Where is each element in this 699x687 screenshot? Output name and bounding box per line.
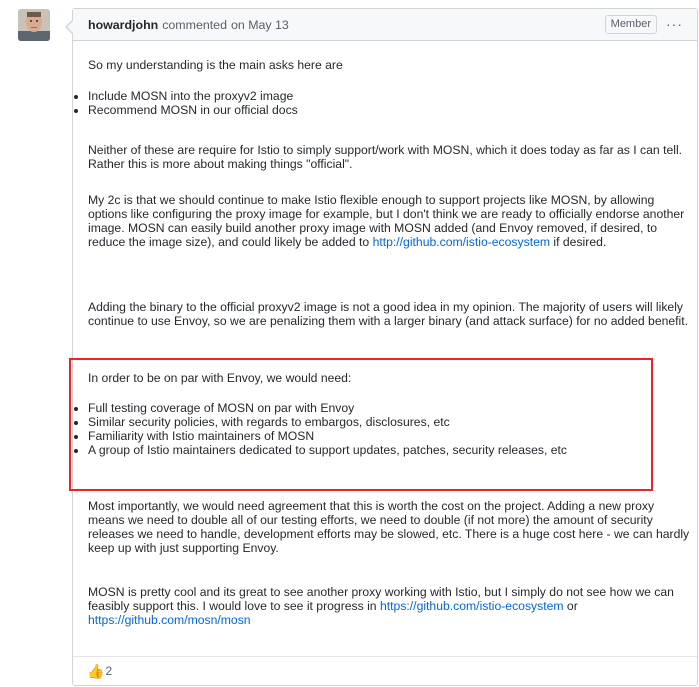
paragraph-5: In order to be on par with Envoy, we wou… xyxy=(88,371,352,385)
reactions-bar: 👍 2 xyxy=(73,656,697,685)
paragraph-7: MOSN is pretty cool and its great to see… xyxy=(88,585,693,627)
list-item: Familiarity with Istio maintainers of MO… xyxy=(88,429,567,443)
comment-author-link[interactable]: howardjohn xyxy=(88,18,158,32)
kebab-horizontal-icon[interactable]: ··· xyxy=(666,14,683,34)
comment-date-link[interactable]: on May 13 xyxy=(231,18,289,32)
paragraph-4: Adding the binary to the official proxyv… xyxy=(88,300,689,328)
thumbs-up-icon: 👍 xyxy=(87,662,105,679)
paragraph-6: Most importantly, we would need agreemen… xyxy=(88,499,690,555)
list-item: Recommend MOSN in our official docs xyxy=(88,103,298,117)
paragraph-3: My 2c is that we should continue to make… xyxy=(88,193,688,249)
member-badge: Member xyxy=(604,15,657,34)
comment-header: howardjohn commented on May 13 Member ··… xyxy=(73,9,697,41)
avatar[interactable] xyxy=(18,9,50,41)
paragraph-1: So my understanding is the main asks her… xyxy=(88,58,343,72)
istio-ecosystem-link[interactable]: http://github.com/istio-ecosystem xyxy=(373,235,550,249)
paragraph-3-suffix: if desired. xyxy=(550,235,607,249)
list-item: Include MOSN into the proxyv2 image xyxy=(88,89,298,103)
mosn-repo-link[interactable]: https://github.com/mosn/mosn xyxy=(88,613,251,627)
thumbs-up-count: 2 xyxy=(105,664,113,678)
requirements-list: Full testing coverage of MOSN on par wit… xyxy=(88,401,567,457)
thumbs-up-reaction[interactable]: 👍 2 xyxy=(87,663,112,680)
paragraph-2: Neither of these are require for Istio t… xyxy=(88,143,683,171)
asks-list: Include MOSN into the proxyv2 image Reco… xyxy=(88,89,298,117)
list-item: A group of Istio maintainers dedicated t… xyxy=(88,443,567,457)
list-item: Similar security policies, with regards … xyxy=(88,415,567,429)
paragraph-7-or: or xyxy=(563,599,578,613)
comment-action: commented xyxy=(162,17,227,32)
comment-box: howardjohn commented on May 13 Member ··… xyxy=(65,8,698,686)
list-item: Full testing coverage of MOSN on par wit… xyxy=(88,401,567,415)
istio-ecosystem-https-link[interactable]: https://github.com/istio-ecosystem xyxy=(380,599,564,613)
